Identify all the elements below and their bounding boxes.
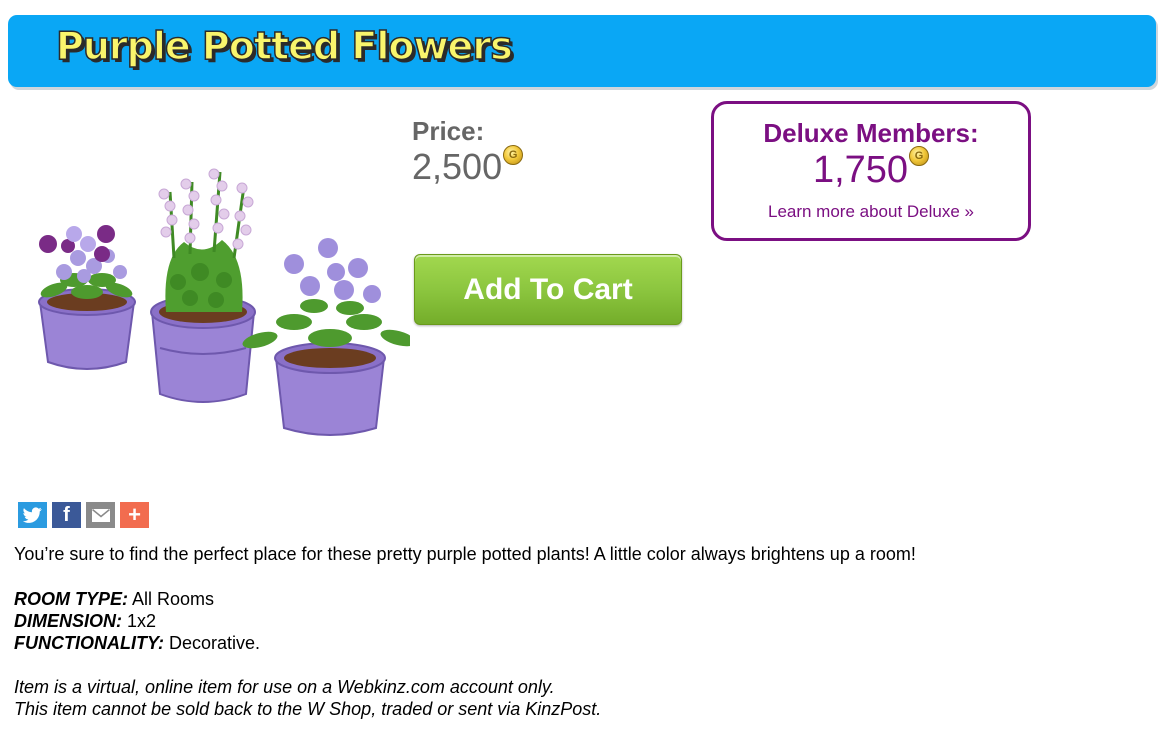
share-twitter-button[interactable] xyxy=(18,502,47,528)
deluxe-price-box: Deluxe Members: 1,750 G Learn more about… xyxy=(711,101,1031,241)
share-email-button[interactable] xyxy=(86,502,115,528)
deluxe-price-value: 1,750 xyxy=(812,149,909,191)
learn-more-deluxe-link[interactable]: Learn more about Deluxe » xyxy=(714,202,1028,222)
spec-functionality: FUNCTIONALITY: Decorative. xyxy=(14,632,260,654)
spec-functionality-label: FUNCTIONALITY: xyxy=(14,633,164,653)
kinzcash-coin-icon: G xyxy=(503,145,524,165)
page-header: Purple Potted Flowers xyxy=(8,15,1156,87)
share-more-button[interactable]: + xyxy=(120,502,149,528)
left-flower-pot xyxy=(38,225,136,370)
page-title: Purple Potted Flowers xyxy=(55,23,513,69)
disclaimer-line-1: Item is a virtual, online item for use o… xyxy=(14,677,555,697)
right-flower-pot xyxy=(242,238,410,436)
item-disclaimer: Item is a virtual, online item for use o… xyxy=(14,676,601,720)
middle-flower-pot xyxy=(150,168,256,403)
product-image xyxy=(38,168,410,436)
kinzcash-coin-icon: G xyxy=(909,146,930,166)
plus-icon: + xyxy=(128,502,141,527)
price-value-row: 2,500 G xyxy=(412,145,524,187)
twitter-icon xyxy=(22,507,42,523)
disclaimer-line-2: This item cannot be sold back to the W S… xyxy=(14,699,602,719)
spec-dimension-label: DIMENSION: xyxy=(14,611,122,631)
spec-dimension-value: 1x2 xyxy=(122,611,157,631)
email-icon xyxy=(91,508,110,522)
spec-room-type-value: All Rooms xyxy=(128,589,215,609)
price-block: Price: 2,500 G xyxy=(412,115,524,187)
deluxe-label: Deluxe Members: xyxy=(763,118,979,148)
spec-dimension: DIMENSION: 1x2 xyxy=(14,610,260,632)
product-description: You’re sure to find the perfect place fo… xyxy=(14,544,916,564)
spec-room-type-label: ROOM TYPE: xyxy=(14,589,129,609)
share-buttons: f + xyxy=(18,502,149,528)
deluxe-price-row: 1,750 G xyxy=(714,146,1028,192)
price-value: 2,500 xyxy=(412,146,503,187)
spec-room-type: ROOM TYPE: All Rooms xyxy=(14,588,260,610)
add-to-cart-button[interactable]: Add To Cart xyxy=(414,254,682,325)
share-facebook-button[interactable]: f xyxy=(52,502,81,528)
facebook-icon: f xyxy=(63,503,70,526)
price-label: Price: xyxy=(412,116,485,146)
spec-functionality-value: Decorative. xyxy=(164,633,261,653)
product-specs: ROOM TYPE: All Rooms DIMENSION: 1x2 FUNC… xyxy=(14,588,260,654)
